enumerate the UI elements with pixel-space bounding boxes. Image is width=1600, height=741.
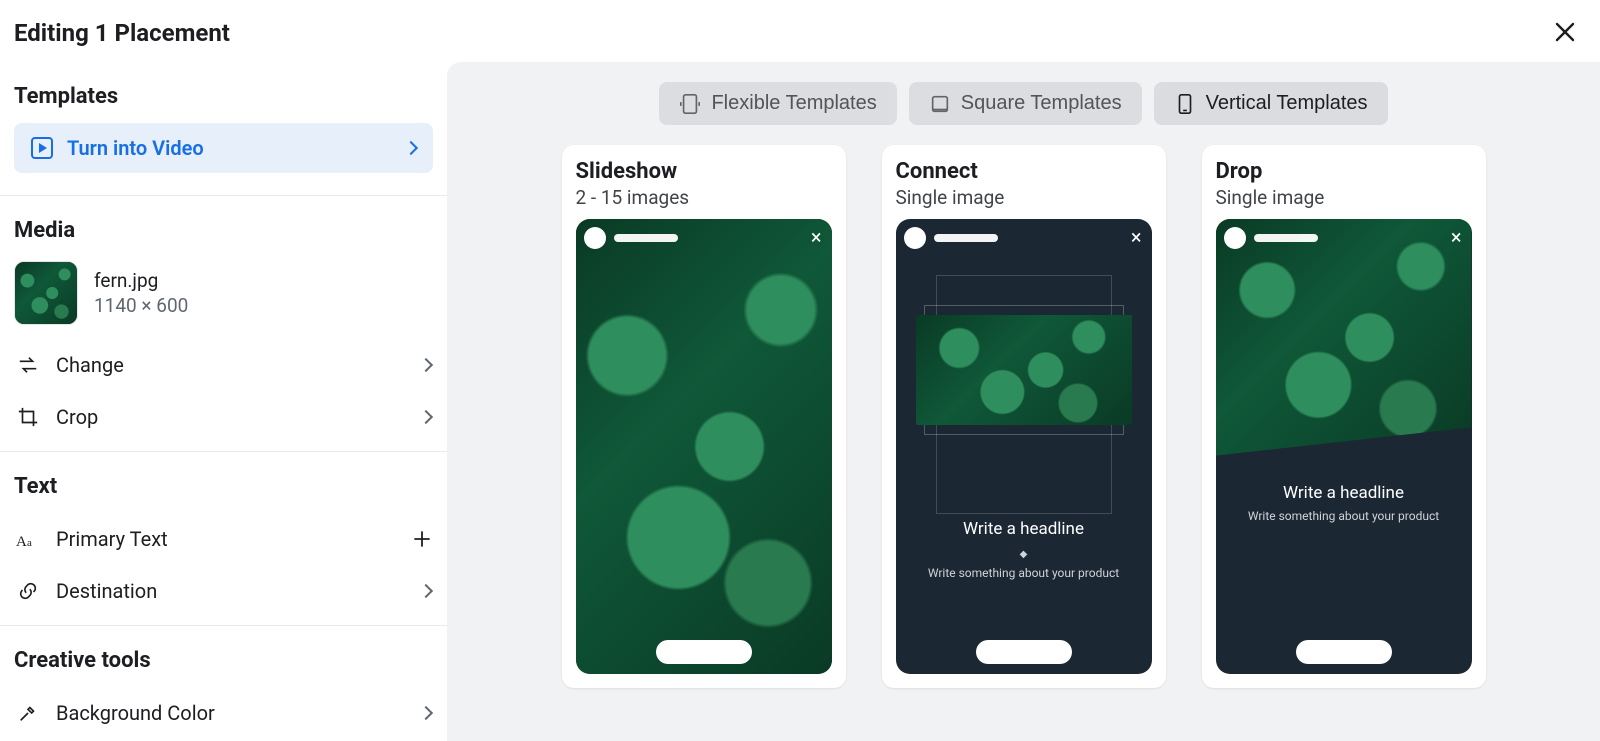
page-title: Editing 1 Placement xyxy=(14,19,230,47)
tab-flexible-label: Flexible Templates xyxy=(711,92,876,115)
close-button[interactable] xyxy=(1550,18,1580,48)
section-title-media: Media xyxy=(14,218,433,243)
template-card-connect[interactable]: Connect Single image × Write a headline … xyxy=(882,145,1166,688)
section-text: Text Aa Primary Text Destination xyxy=(0,452,447,626)
square-icon xyxy=(929,93,951,115)
cta-pill xyxy=(976,640,1072,664)
divider-icon: ◆ xyxy=(896,549,1152,560)
username-placeholder xyxy=(1254,234,1318,242)
card-subtitle: 2 - 15 images xyxy=(576,186,832,209)
close-icon: × xyxy=(811,227,822,247)
section-media: Media fern.jpg 1140 × 600 Change xyxy=(0,196,447,452)
preview-body: Write something about your product xyxy=(896,566,1152,580)
username-placeholder xyxy=(934,234,998,242)
bg-color-label: Background Color xyxy=(56,701,215,725)
preview-headline: Write a headline xyxy=(1216,483,1472,503)
template-card-drop[interactable]: Drop Single image × Write a headline Wri… xyxy=(1202,145,1486,688)
avatar xyxy=(904,227,926,249)
crop-icon xyxy=(16,405,40,429)
svg-text:a: a xyxy=(27,537,32,549)
primary-text-button[interactable]: Aa Primary Text xyxy=(14,513,433,565)
link-icon xyxy=(16,579,40,603)
template-preview: × Write a headline Write something about… xyxy=(1216,219,1472,674)
template-cards: Slideshow 2 - 15 images × Connect Single… xyxy=(477,145,1570,688)
svg-text:A: A xyxy=(16,534,27,550)
media-dimensions: 1140 × 600 xyxy=(94,294,188,317)
destination-label: Destination xyxy=(56,579,157,603)
media-item: fern.jpg 1140 × 600 xyxy=(14,257,433,339)
tab-vertical-label: Vertical Templates xyxy=(1206,92,1368,115)
play-icon xyxy=(31,137,53,159)
section-creative-tools: Creative tools Background Color xyxy=(0,626,447,741)
body: Templates Turn into Video Media fern.jpg… xyxy=(0,62,1600,741)
plus-icon xyxy=(413,530,431,548)
crop-label: Crop xyxy=(56,405,98,429)
template-tabs: Flexible Templates Square Templates Vert… xyxy=(477,82,1570,125)
tab-vertical[interactable]: Vertical Templates xyxy=(1154,82,1388,125)
card-subtitle: Single image xyxy=(1216,186,1472,209)
preview-body: Write something about your product xyxy=(1216,509,1472,523)
section-title-text: Text xyxy=(14,474,433,499)
sidebar: Templates Turn into Video Media fern.jpg… xyxy=(0,62,447,741)
phone-landscape-icon xyxy=(679,93,701,115)
preview-headline: Write a headline xyxy=(896,519,1152,539)
turn-into-video-button[interactable]: Turn into Video xyxy=(14,123,433,173)
chevron-right-icon xyxy=(419,706,433,720)
template-preview: × xyxy=(576,219,832,674)
card-title: Connect xyxy=(896,159,1152,184)
close-icon xyxy=(1554,21,1576,46)
username-placeholder xyxy=(614,234,678,242)
destination-button[interactable]: Destination xyxy=(14,565,433,617)
card-subtitle: Single image xyxy=(896,186,1152,209)
section-templates: Templates Turn into Video xyxy=(0,62,447,196)
card-title: Slideshow xyxy=(576,159,832,184)
change-media-button[interactable]: Change xyxy=(14,339,433,391)
text-icon: Aa xyxy=(16,527,40,551)
chevron-right-icon xyxy=(404,141,418,155)
turn-into-video-label: Turn into Video xyxy=(67,136,204,160)
primary-text-label: Primary Text xyxy=(56,527,168,551)
card-title: Drop xyxy=(1216,159,1472,184)
template-card-slideshow[interactable]: Slideshow 2 - 15 images × xyxy=(562,145,846,688)
header: Editing 1 Placement xyxy=(0,0,1600,62)
main-panel: Flexible Templates Square Templates Vert… xyxy=(447,62,1600,741)
template-preview: × Write a headline ◆ Write something abo… xyxy=(896,219,1152,674)
cta-pill xyxy=(1296,640,1392,664)
turn-into-video-left: Turn into Video xyxy=(31,136,204,160)
section-title-templates: Templates xyxy=(14,84,433,109)
avatar xyxy=(1224,227,1246,249)
background-color-button[interactable]: Background Color xyxy=(14,687,433,739)
tab-square[interactable]: Square Templates xyxy=(909,82,1142,125)
crop-button[interactable]: Crop xyxy=(14,391,433,443)
phone-icon xyxy=(1174,93,1196,115)
avatar xyxy=(584,227,606,249)
close-icon: × xyxy=(1451,227,1462,247)
cta-pill xyxy=(656,640,752,664)
chevron-right-icon xyxy=(419,584,433,598)
change-label: Change xyxy=(56,353,124,377)
media-filename: fern.jpg xyxy=(94,269,188,292)
chevron-right-icon xyxy=(419,410,433,424)
tab-flexible[interactable]: Flexible Templates xyxy=(659,82,896,125)
close-icon: × xyxy=(1131,227,1142,247)
swap-icon xyxy=(16,353,40,377)
eyedropper-icon xyxy=(16,701,40,725)
chevron-right-icon xyxy=(419,358,433,372)
section-title-creative-tools: Creative tools xyxy=(14,648,433,673)
tab-square-label: Square Templates xyxy=(961,92,1122,115)
media-thumbnail xyxy=(14,261,78,325)
